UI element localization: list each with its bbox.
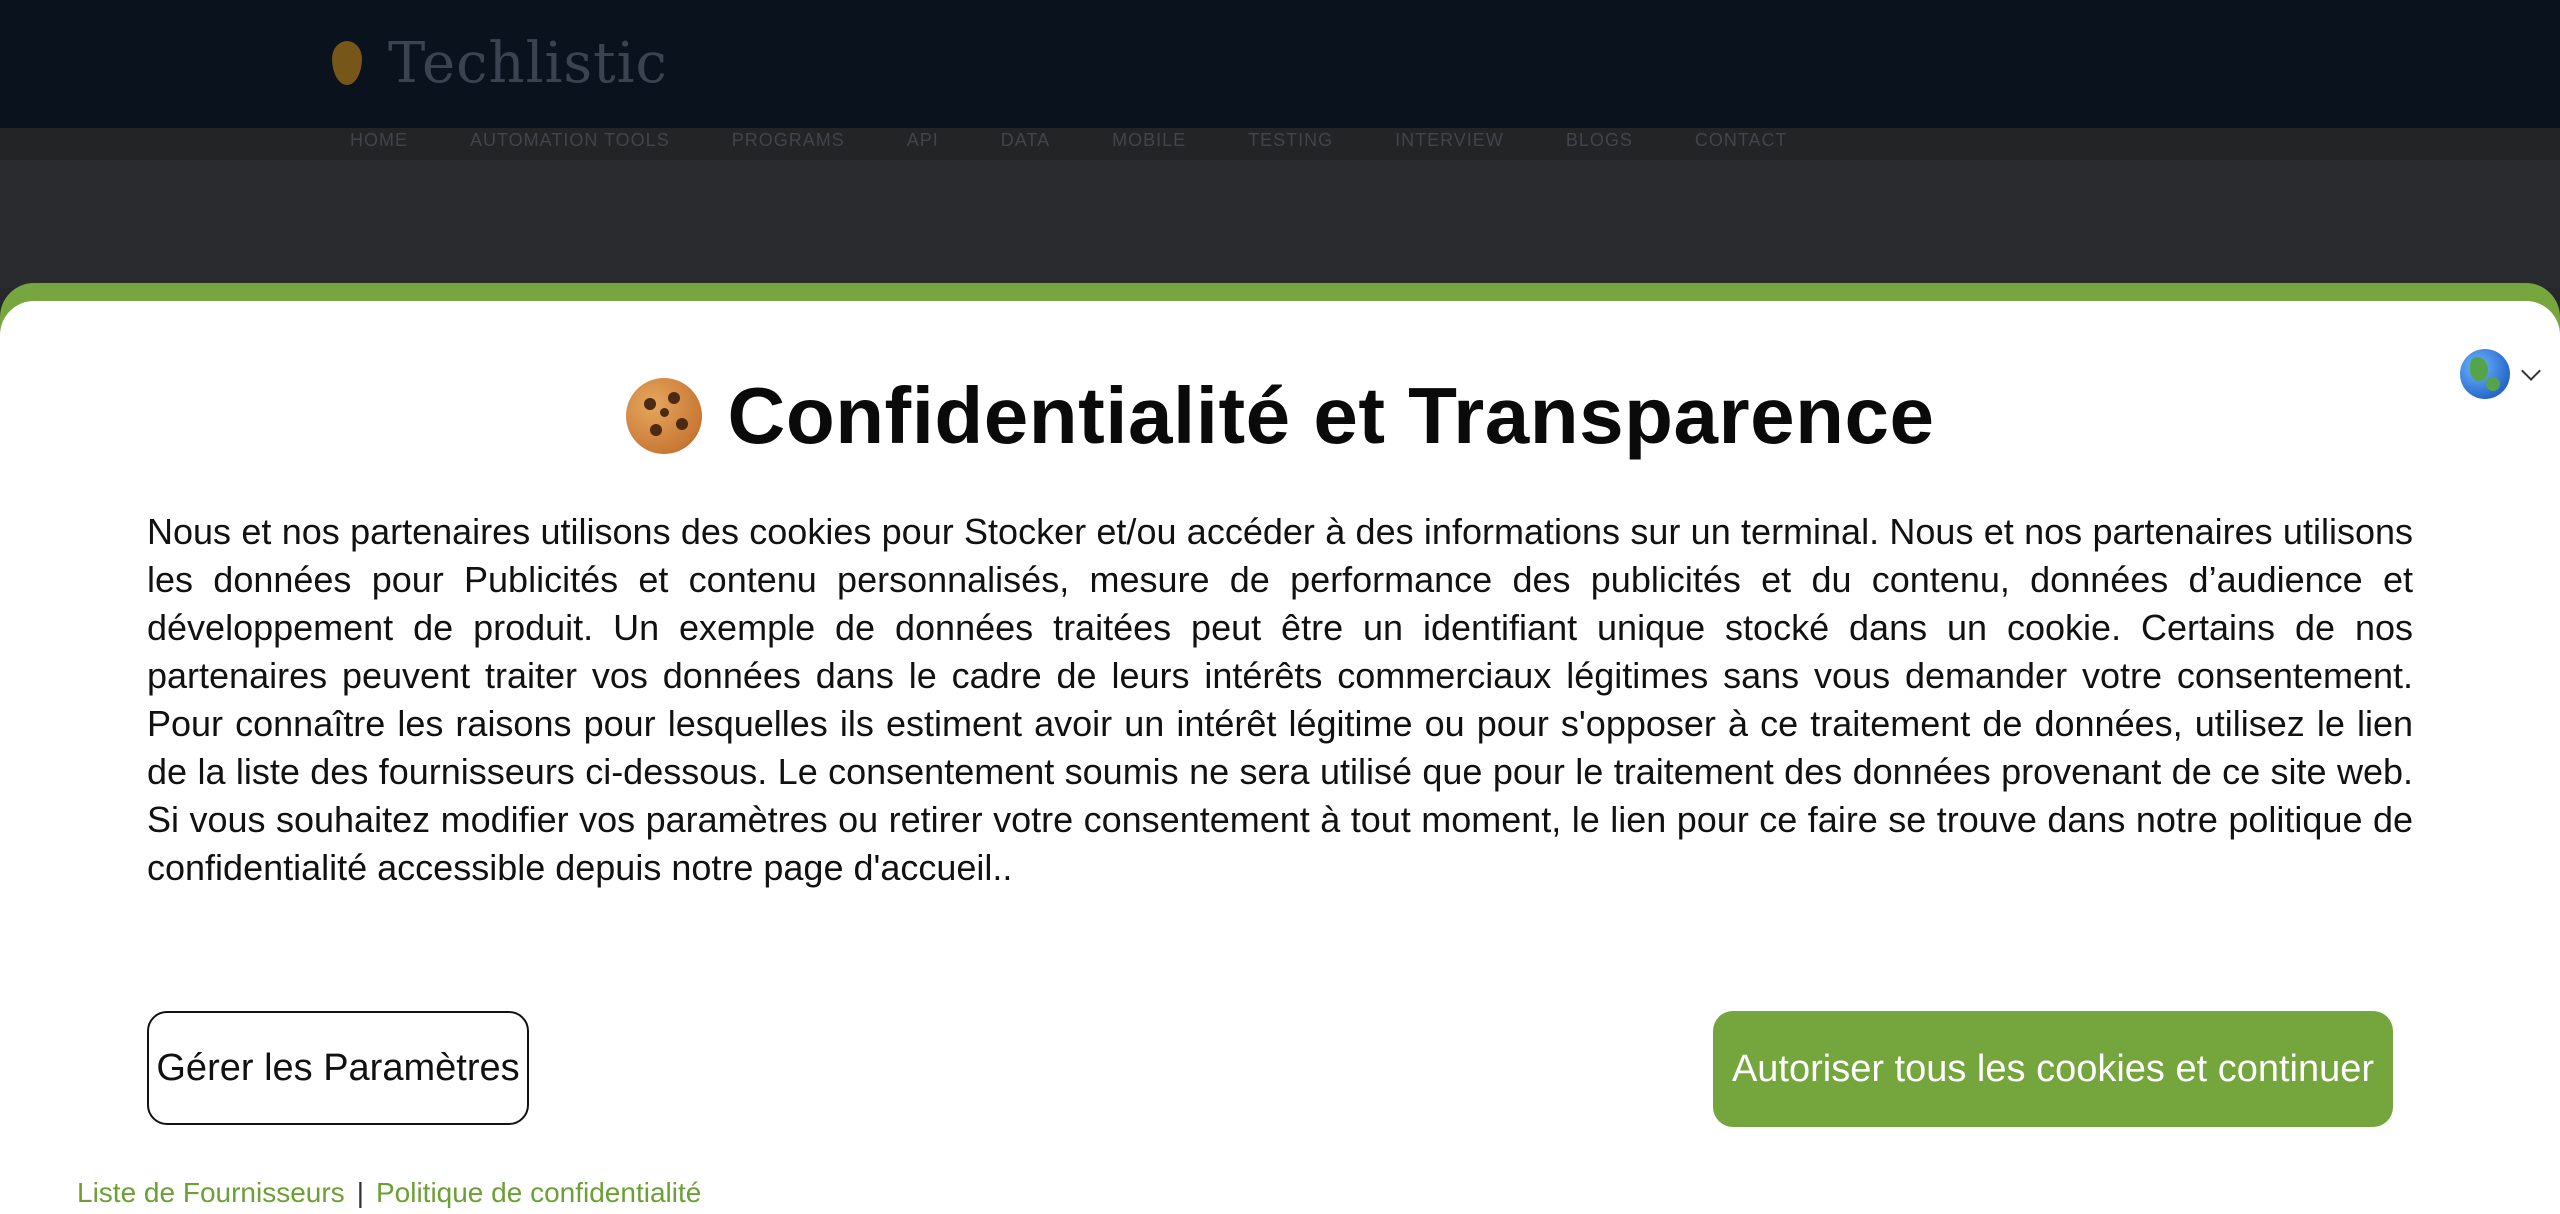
consent-panel: Confidentialité et Transparence Nous et … <box>0 283 2560 1214</box>
cookie-icon <box>625 378 702 454</box>
privacy-policy-link[interactable]: Politique de confidentialité <box>376 1177 701 1209</box>
manage-settings-button[interactable]: Gérer les Paramètres <box>147 1011 529 1125</box>
link-separator: | <box>356 1177 364 1208</box>
consent-description: Nous et nos partenaires utilisons des co… <box>147 511 2413 888</box>
consent-title: Confidentialité et Transparence <box>727 371 1935 460</box>
consent-header: Confidentialité et Transparence <box>0 361 2560 471</box>
vendors-link[interactable]: Liste de Fournisseurs <box>77 1177 345 1209</box>
accept-all-button[interactable]: Autoriser tous les cookies et continuer <box>1713 1011 2393 1127</box>
consent-footer-links: Liste de Fournisseurs | Politique de con… <box>77 1177 701 1209</box>
consent-panel-body: Confidentialité et Transparence Nous et … <box>0 301 2560 1214</box>
